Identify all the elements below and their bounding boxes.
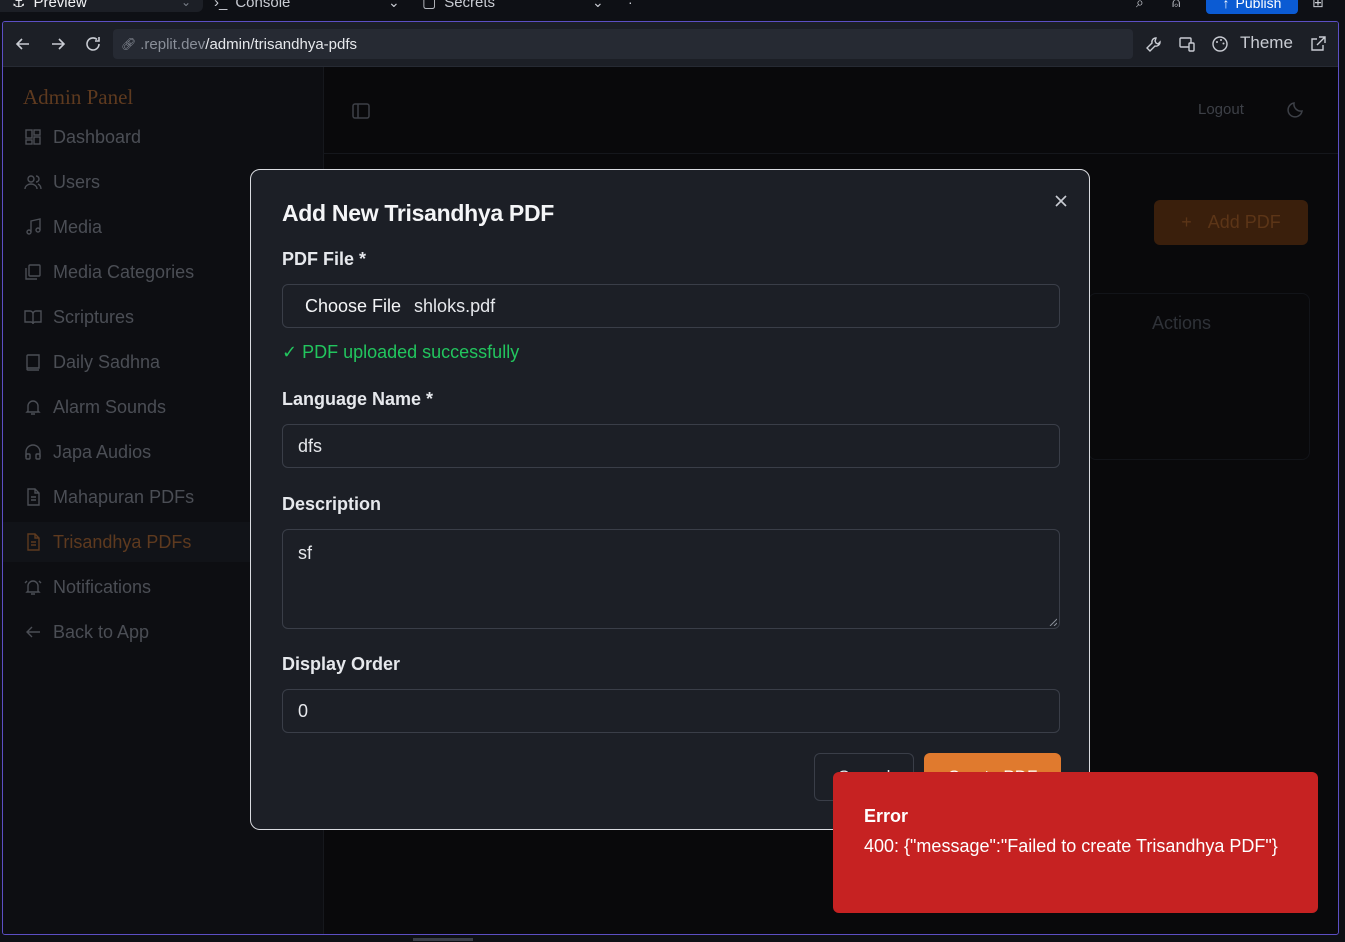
dashboard-icon [23, 127, 43, 147]
language-input[interactable]: dfs [282, 424, 1060, 468]
language-label: Language Name * [282, 389, 434, 409]
music-icon [23, 217, 43, 237]
tab-preview[interactable]: ⚓ Preview ⌄ [0, 0, 203, 12]
headphones-icon [23, 442, 43, 462]
chevron-down-icon[interactable]: ⌄ [388, 0, 400, 11]
publish-button[interactable]: ↑ Publish [1206, 0, 1298, 14]
layout-icon[interactable]: ⊞ [1312, 0, 1324, 11]
display-order-label: Display Order [282, 654, 401, 674]
search-icon[interactable]: ⌕ [1136, 0, 1144, 11]
chevron-down-icon[interactable]: ⌄ [181, 0, 191, 9]
bell-ring-icon [23, 577, 43, 597]
sidebar-toggle-icon[interactable] [351, 101, 371, 126]
wrench-icon[interactable] [1143, 33, 1165, 55]
back-icon[interactable] [12, 33, 34, 55]
horizontal-scrollbar[interactable] [413, 938, 473, 941]
open-external-icon[interactable] [1307, 33, 1329, 55]
plus-icon: + [1181, 212, 1192, 232]
user-icon[interactable]: ⍝ [1172, 0, 1180, 11]
upload-status: ✓ PDF uploaded successfully [282, 342, 520, 362]
url-field[interactable]: 🔗︎ .replit.dev/admin/trisandhya-pdfs [113, 29, 1133, 59]
resize-handle-icon[interactable] [1049, 618, 1057, 626]
brand-title: Admin Panel [23, 85, 134, 109]
preview-icon: ⚓ [12, 0, 26, 11]
tab-console[interactable]: ›_ Console [214, 0, 290, 12]
users-icon [23, 172, 43, 192]
description-label: Description [282, 494, 382, 514]
lock-icon: ▢ [422, 0, 437, 11]
file-name: shloks.pdf [414, 295, 496, 316]
bell-icon [23, 397, 43, 417]
add-pdf-dialog: Add New Trisandhya PDF PDF File * Choose… [250, 169, 1090, 830]
book-icon [23, 352, 43, 372]
top-header: Logout [323, 67, 1338, 154]
forward-icon[interactable] [47, 33, 69, 55]
tab-secrets[interactable]: ▢ Secrets [422, 0, 495, 12]
sidebar-item-dashboard[interactable]: Dashboard [3, 117, 323, 157]
publish-icon: ↑ [1222, 0, 1230, 11]
logout-button[interactable]: Logout [1198, 101, 1244, 118]
chevron-down-icon[interactable]: ⌄ [592, 0, 604, 11]
overflow-icon[interactable]: · [628, 0, 633, 10]
link-icon: 🔗︎ [121, 37, 137, 51]
add-pdf-button[interactable]: + Add PDF [1154, 200, 1308, 245]
arrow-left-icon [23, 622, 43, 642]
dialog-title: Add New Trisandhya PDF [282, 200, 555, 226]
choose-file-button[interactable]: Choose File [305, 296, 401, 317]
pdf-file-label: PDF File * [282, 249, 367, 269]
file-text-icon [23, 532, 43, 552]
table-header-actions: Actions [1152, 313, 1212, 333]
address-bar: 🔗︎ .replit.dev/admin/trisandhya-pdfs The… [3, 22, 1338, 67]
devices-icon[interactable] [1176, 33, 1198, 55]
toast-message: 400: {"message":"Failed to create Trisan… [864, 836, 1278, 856]
palette-icon[interactable] [1209, 33, 1231, 55]
display-order-input[interactable]: 0 [282, 689, 1060, 733]
book-open-icon [23, 307, 43, 327]
pdf-file-input[interactable]: Choose File shloks.pdf [282, 284, 1060, 328]
library-icon [23, 262, 43, 282]
close-icon[interactable] [1051, 191, 1071, 211]
moon-icon[interactable] [1286, 99, 1306, 124]
console-icon: ›_ [214, 0, 228, 11]
theme-button[interactable]: Theme [1240, 33, 1293, 53]
description-textarea[interactable]: sf [282, 529, 1060, 629]
ide-tab-strip: ⚓ Preview ⌄ ›_ Console ⌄ ▢ Secrets ⌄ · ⌕… [0, 0, 1345, 20]
error-toast[interactable]: Error 400: {"message":"Failed to create … [833, 772, 1318, 913]
reload-icon[interactable] [82, 33, 104, 55]
file-text-icon [23, 487, 43, 507]
toast-title: Error [864, 806, 909, 826]
